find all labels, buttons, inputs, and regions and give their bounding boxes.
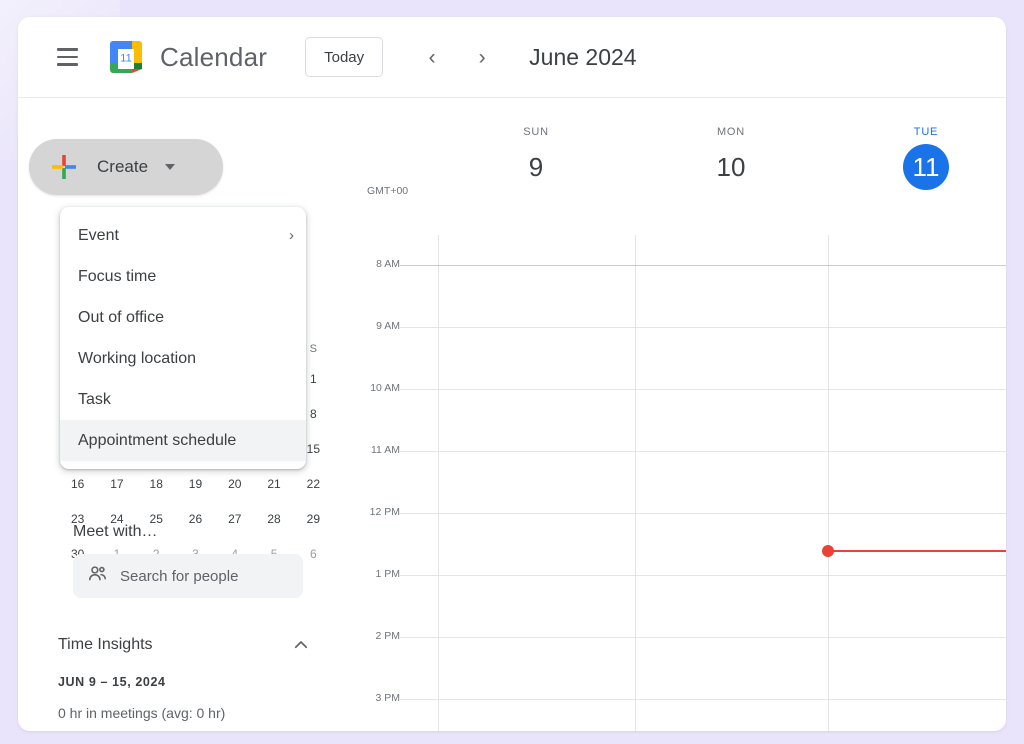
chevron-left-icon[interactable]: ‹ xyxy=(413,38,451,76)
hour-label: 11 AM xyxy=(338,444,400,456)
menu-item-working-location[interactable]: Working location xyxy=(60,338,306,379)
create-dropdown-menu: Event › Focus time Out of office Working… xyxy=(60,207,306,469)
menu-item-out-of-office[interactable]: Out of office xyxy=(60,297,306,338)
create-button-label: Create xyxy=(97,157,149,176)
mini-calendar-week-row: 16 17 18 19 20 21 22 xyxy=(58,466,328,501)
menu-item-label: Task xyxy=(78,390,111,408)
hour-row[interactable]: 2 PM xyxy=(328,630,1006,699)
hour-row[interactable]: 10 AM xyxy=(328,382,1006,451)
hour-gridline xyxy=(400,389,1006,390)
menu-item-label: Working location xyxy=(78,349,196,367)
multicolor-plus-icon xyxy=(49,152,79,182)
day-name: MON xyxy=(716,126,746,138)
hour-row[interactable]: 1 PM xyxy=(328,568,1006,637)
page-title: Calendar xyxy=(160,41,268,72)
chevron-down-icon xyxy=(165,164,176,170)
hour-row[interactable]: 12 PM xyxy=(328,506,1006,575)
today-button[interactable]: Today xyxy=(305,37,384,77)
day-name: SUN xyxy=(523,126,549,138)
hour-row[interactable]: 9 AM xyxy=(328,320,1006,389)
menu-item-focus-time[interactable]: Focus time xyxy=(60,256,306,297)
mini-calendar-day[interactable]: 20 xyxy=(215,466,254,501)
mini-calendar-day[interactable]: 19 xyxy=(176,466,215,501)
calendar-week-view: GMT+00 SUN 9 MON 10 TUE 11 7 AM8 xyxy=(328,98,1006,731)
day-number: 10 xyxy=(716,152,746,182)
people-group-icon xyxy=(87,563,108,589)
menu-item-label: Appointment schedule xyxy=(78,431,237,449)
day-number-today: 11 xyxy=(903,144,949,190)
hour-grid[interactable]: 7 AM8 AM 9 AM 10 AM 11 AM 12 PM 1 PM 2 PM 3 PM xyxy=(328,235,1006,731)
search-people-input[interactable] xyxy=(120,567,270,585)
meet-with-title: Meet with… xyxy=(73,523,158,540)
hamburger-bar xyxy=(56,63,78,66)
menu-item-event[interactable]: Event › xyxy=(60,215,306,256)
chevron-right-icon[interactable]: › xyxy=(463,38,501,76)
app-header: 11 Calendar Today ‹ › June 2024 xyxy=(18,17,1006,98)
hour-label: 12 PM xyxy=(338,506,400,518)
mini-calendar-day[interactable]: 21 xyxy=(254,466,293,501)
hour-gridline xyxy=(400,699,1006,700)
menu-item-task[interactable]: Task xyxy=(60,379,306,420)
day-column-header-tue[interactable]: TUE 11 xyxy=(828,126,1006,190)
hamburger-menu-icon[interactable] xyxy=(47,37,87,77)
mini-calendar-day[interactable]: 22 xyxy=(294,466,328,501)
hamburger-bar xyxy=(56,55,78,59)
search-people-field[interactable] xyxy=(73,554,303,598)
mini-calendar-day[interactable]: 18 xyxy=(137,466,176,501)
mini-calendar-day[interactable]: 17 xyxy=(97,466,136,501)
day-column-header-mon[interactable]: MON 10 xyxy=(633,126,829,190)
desktop-backdrop: 11 Calendar Today ‹ › June 2024 Create S… xyxy=(0,0,1024,744)
hour-gridline xyxy=(400,451,1006,452)
create-button[interactable]: Create xyxy=(29,139,223,195)
time-insights-meetings-summary: 0 hr in meetings (avg: 0 hr) xyxy=(58,705,226,721)
hour-row[interactable]: 7 AM xyxy=(328,235,1006,265)
calendar-app-window: 11 Calendar Today ‹ › June 2024 Create S… xyxy=(18,17,1006,731)
time-insights-header[interactable]: Time Insights xyxy=(58,633,313,657)
hour-label: 2 PM xyxy=(338,630,400,642)
hamburger-bar xyxy=(56,48,78,51)
day-number: 9 xyxy=(528,152,544,182)
hour-label: 3 PM xyxy=(338,692,400,704)
hour-label: 9 AM xyxy=(338,320,400,332)
menu-item-appointment-schedule[interactable]: Appointment schedule xyxy=(60,420,306,461)
meet-with-section: Meet with… xyxy=(18,523,328,598)
hour-label: 1 PM xyxy=(338,568,400,580)
hour-row[interactable]: 11 AM xyxy=(328,444,1006,513)
hour-gridline xyxy=(400,637,1006,638)
day-column-header-sun[interactable]: SUN 9 xyxy=(438,126,634,190)
chevron-up-icon[interactable] xyxy=(289,633,313,657)
chevron-right-icon: › xyxy=(289,227,294,244)
current-period-label: June 2024 xyxy=(529,43,637,70)
hour-row[interactable]: 8 AM xyxy=(328,258,1006,327)
logo-day-number: 11 xyxy=(120,53,131,65)
day-header-row: GMT+00 SUN 9 MON 10 TUE 11 xyxy=(328,98,1006,235)
google-calendar-logo-icon: 11 xyxy=(106,37,146,77)
hour-gridline xyxy=(400,327,1006,328)
time-insights-date-range: JUN 9 – 15, 2024 xyxy=(58,675,166,689)
hour-row[interactable]: 3 PM xyxy=(328,692,1006,731)
hour-gridline xyxy=(400,265,1006,266)
menu-item-label: Out of office xyxy=(78,308,164,326)
hour-label: 8 AM xyxy=(338,258,400,270)
hour-label: 10 AM xyxy=(338,382,400,394)
timezone-label: GMT+00 xyxy=(367,185,409,197)
current-time-indicator xyxy=(822,545,1006,557)
hour-gridline xyxy=(400,513,1006,514)
mini-calendar-day[interactable]: 16 xyxy=(58,466,97,501)
day-name: TUE xyxy=(913,126,939,138)
menu-item-label: Event xyxy=(78,226,119,244)
time-insights-section: Time Insights JUN 9 – 15, 2024 0 hr in m… xyxy=(58,633,313,731)
hour-gridline xyxy=(400,575,1006,576)
menu-item-label: Focus time xyxy=(78,267,157,285)
sidebar: Create S M T W T F S xyxy=(18,98,328,731)
current-time-dot xyxy=(822,545,834,557)
time-insights-title: Time Insights xyxy=(58,636,153,653)
